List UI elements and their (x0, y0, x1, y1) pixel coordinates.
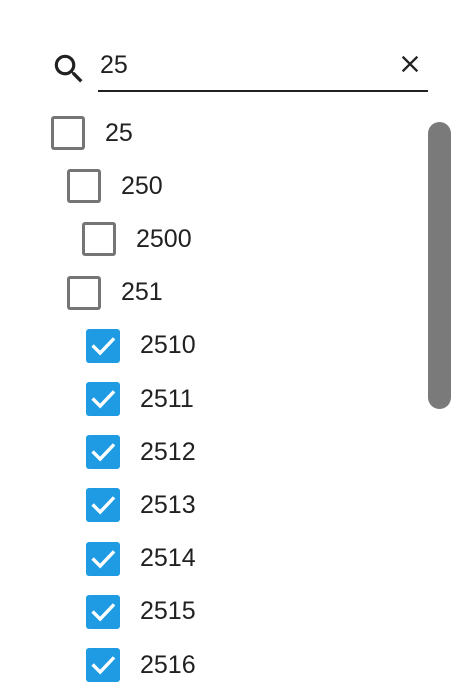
checkbox[interactable] (67, 169, 101, 204)
tree-item[interactable]: 2514 (86, 533, 196, 585)
search-icon (54, 54, 83, 83)
tree-item-label: 251 (121, 278, 163, 307)
checkbox[interactable] (86, 435, 120, 470)
checkbox[interactable] (86, 648, 120, 682)
tree-item[interactable]: 2513 (86, 479, 196, 531)
scrollbar-thumb[interactable] (428, 122, 451, 409)
tree-item-label: 25 (105, 118, 133, 147)
check-icon (91, 656, 116, 675)
search-bar (0, 0, 474, 100)
tree-list: 25 250 2500 251 2510 2511 2512 2513 2514 2515 2516 (0, 107, 474, 682)
checkbox[interactable] (86, 541, 120, 576)
checkbox[interactable] (51, 116, 85, 150)
tree-item[interactable]: 2512 (86, 426, 196, 478)
tree-item-label: 2512 (140, 437, 196, 466)
tree-item[interactable]: 2516 (86, 639, 196, 691)
check-icon (91, 337, 116, 356)
check-icon (91, 549, 116, 569)
tree-item[interactable]: 250 (67, 160, 163, 212)
tree-item-label: 2514 (140, 544, 196, 573)
checkbox[interactable] (86, 594, 120, 629)
tree-item[interactable]: 2500 (82, 213, 192, 265)
tree-item-label: 2500 (136, 224, 192, 253)
check-icon (91, 390, 116, 409)
checkbox[interactable] (82, 222, 116, 257)
tree-item-label: 250 (121, 171, 163, 200)
tree-item[interactable]: 251 (67, 267, 163, 319)
tree-item-label: 2511 (140, 384, 194, 413)
check-icon (91, 443, 116, 462)
check-icon (91, 603, 116, 622)
tree-item[interactable]: 2510 (86, 320, 196, 372)
check-icon (91, 496, 116, 515)
tree-item[interactable]: 2515 (86, 586, 196, 638)
checkbox[interactable] (86, 382, 120, 416)
search-input[interactable] (98, 40, 428, 92)
checkbox[interactable] (67, 275, 101, 310)
tree-item[interactable]: 2511 (86, 373, 194, 425)
tree-item-label: 2513 (140, 490, 196, 519)
tree-item-label: 2516 (140, 650, 196, 679)
tree-item[interactable]: 25 (51, 107, 133, 159)
close-icon[interactable] (396, 50, 424, 78)
tree-item-label: 2510 (140, 331, 196, 360)
tree-item-label: 2515 (140, 597, 196, 626)
checkbox[interactable] (86, 328, 120, 363)
checkbox[interactable] (86, 488, 120, 523)
